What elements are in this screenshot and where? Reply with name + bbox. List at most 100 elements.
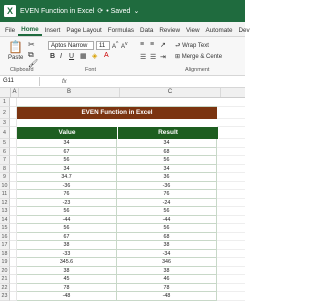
result-cell[interactable]: -36 — [117, 181, 217, 190]
value-cell[interactable]: 34 — [17, 164, 117, 173]
column-header-b[interactable]: B — [19, 88, 120, 97]
value-cell[interactable]: 67 — [17, 232, 117, 241]
row-number[interactable]: 21 — [0, 275, 10, 284]
merge-center-button[interactable]: ⊞ Merge & Cente — [175, 53, 222, 60]
result-cell[interactable]: 56 — [117, 224, 217, 233]
column-header-a[interactable]: A — [11, 88, 19, 97]
cell-a[interactable] — [10, 215, 17, 224]
result-cell[interactable]: -48 — [117, 292, 217, 301]
result-cell[interactable]: 68 — [117, 147, 217, 156]
result-cell[interactable]: 68 — [117, 232, 217, 241]
value-cell[interactable]: 56 — [17, 207, 117, 216]
row-number[interactable]: 13 — [0, 207, 10, 216]
tab-automate[interactable]: Automate — [203, 27, 236, 36]
increase-font-icon[interactable]: A^ — [112, 41, 118, 50]
row-number[interactable]: 15 — [0, 224, 10, 233]
cell-a[interactable] — [10, 224, 17, 233]
value-cell[interactable]: 56 — [17, 156, 117, 165]
row-number[interactable]: 5 — [0, 139, 10, 148]
cell-a[interactable] — [10, 139, 17, 148]
cell-a[interactable] — [10, 147, 17, 156]
cell-a[interactable] — [10, 173, 17, 182]
orientation-icon[interactable]: ↗ — [160, 41, 166, 49]
row-number[interactable]: 20 — [0, 266, 10, 275]
value-cell[interactable]: 76 — [17, 190, 117, 199]
row-number[interactable]: 14 — [0, 215, 10, 224]
cell-a[interactable] — [10, 164, 17, 173]
result-cell[interactable]: 34 — [117, 164, 217, 173]
row-number[interactable]: 23 — [0, 292, 10, 301]
row-number[interactable]: 17 — [0, 241, 10, 250]
borders-icon[interactable]: ▦ — [80, 52, 87, 60]
row-number[interactable]: 22 — [0, 283, 10, 292]
value-cell[interactable]: -33 — [17, 249, 117, 258]
decrease-font-icon[interactable]: Av — [121, 41, 128, 50]
value-cell[interactable]: 38 — [17, 241, 117, 250]
result-cell[interactable]: 36 — [117, 173, 217, 182]
result-cell[interactable]: 38 — [117, 266, 217, 275]
row-number[interactable]: 7 — [0, 156, 10, 165]
result-cell[interactable]: -24 — [117, 198, 217, 207]
function-icon[interactable]: fx — [62, 79, 67, 85]
column-header-c[interactable]: C — [120, 88, 221, 97]
result-cell[interactable]: -44 — [117, 215, 217, 224]
value-cell[interactable]: 34.7 — [17, 173, 117, 182]
row-number[interactable]: 6 — [0, 147, 10, 156]
bold-icon[interactable]: B — [50, 53, 55, 60]
result-cell[interactable]: 346 — [117, 258, 217, 267]
tab-home[interactable]: Home — [18, 26, 42, 36]
result-cell[interactable]: 56 — [117, 156, 217, 165]
row-number[interactable]: 19 — [0, 258, 10, 267]
align-middle-icon[interactable]: ≡ — [150, 41, 154, 48]
align-left-icon[interactable]: ☰ — [140, 53, 146, 61]
row-number[interactable]: 8 — [0, 164, 10, 173]
value-cell[interactable]: 67 — [17, 147, 117, 156]
font-color-icon[interactable]: A — [104, 52, 109, 59]
cell-a[interactable] — [10, 156, 17, 165]
value-cell[interactable]: 45 — [17, 275, 117, 284]
indent-icon[interactable]: ⇥ — [160, 53, 166, 61]
tab-file[interactable]: File — [2, 27, 18, 36]
result-cell[interactable]: -34 — [117, 249, 217, 258]
row-number[interactable]: 12 — [0, 198, 10, 207]
cell-a[interactable] — [10, 283, 17, 292]
result-header-cell[interactable]: Result — [118, 127, 219, 139]
result-cell[interactable]: 78 — [117, 283, 217, 292]
italic-icon[interactable]: I — [60, 53, 62, 60]
cut-icon[interactable]: ✂ — [28, 40, 35, 49]
row-number[interactable]: 10 — [0, 181, 10, 190]
row-number[interactable]: 16 — [0, 232, 10, 241]
underline-icon[interactable]: U — [69, 53, 74, 60]
value-cell[interactable]: 56 — [17, 224, 117, 233]
row-number[interactable]: 4 — [0, 127, 10, 139]
chevron-down-icon[interactable]: ⌄ — [133, 7, 139, 15]
paste-button[interactable]: Paste — [8, 55, 23, 61]
value-cell[interactable]: -36 — [17, 181, 117, 190]
cell-a[interactable] — [10, 258, 17, 267]
result-cell[interactable]: 34 — [117, 139, 217, 148]
result-cell[interactable]: 56 — [117, 207, 217, 216]
row-number[interactable]: 3 — [0, 118, 10, 127]
align-center-icon[interactable]: ☰ — [150, 53, 156, 61]
font-name-select[interactable]: Aptos Narrow — [48, 41, 94, 50]
result-cell[interactable]: 46 — [117, 275, 217, 284]
name-box[interactable]: G11 — [0, 77, 40, 86]
row-number[interactable]: 9 — [0, 173, 10, 182]
tab-developer[interactable]: Dev — [236, 27, 253, 36]
value-cell[interactable]: -23 — [17, 198, 117, 207]
tab-data[interactable]: Data — [137, 27, 156, 36]
row-number[interactable]: 11 — [0, 190, 10, 199]
tab-review[interactable]: Review — [156, 27, 183, 36]
value-cell[interactable]: 78 — [17, 283, 117, 292]
cell-a[interactable] — [10, 249, 17, 258]
tab-page-layout[interactable]: Page Layout — [63, 27, 104, 36]
result-cell[interactable]: 38 — [117, 241, 217, 250]
row-number[interactable]: 1 — [0, 98, 10, 107]
wrap-text-button[interactable]: ⮐ Wrap Text — [175, 41, 209, 51]
tab-formulas[interactable]: Formulas — [105, 27, 137, 36]
cell-a[interactable] — [10, 241, 17, 250]
cell-a[interactable] — [10, 207, 17, 216]
cell-a[interactable] — [10, 190, 17, 199]
select-all-corner[interactable] — [0, 88, 11, 97]
value-cell[interactable]: -48 — [17, 292, 117, 301]
